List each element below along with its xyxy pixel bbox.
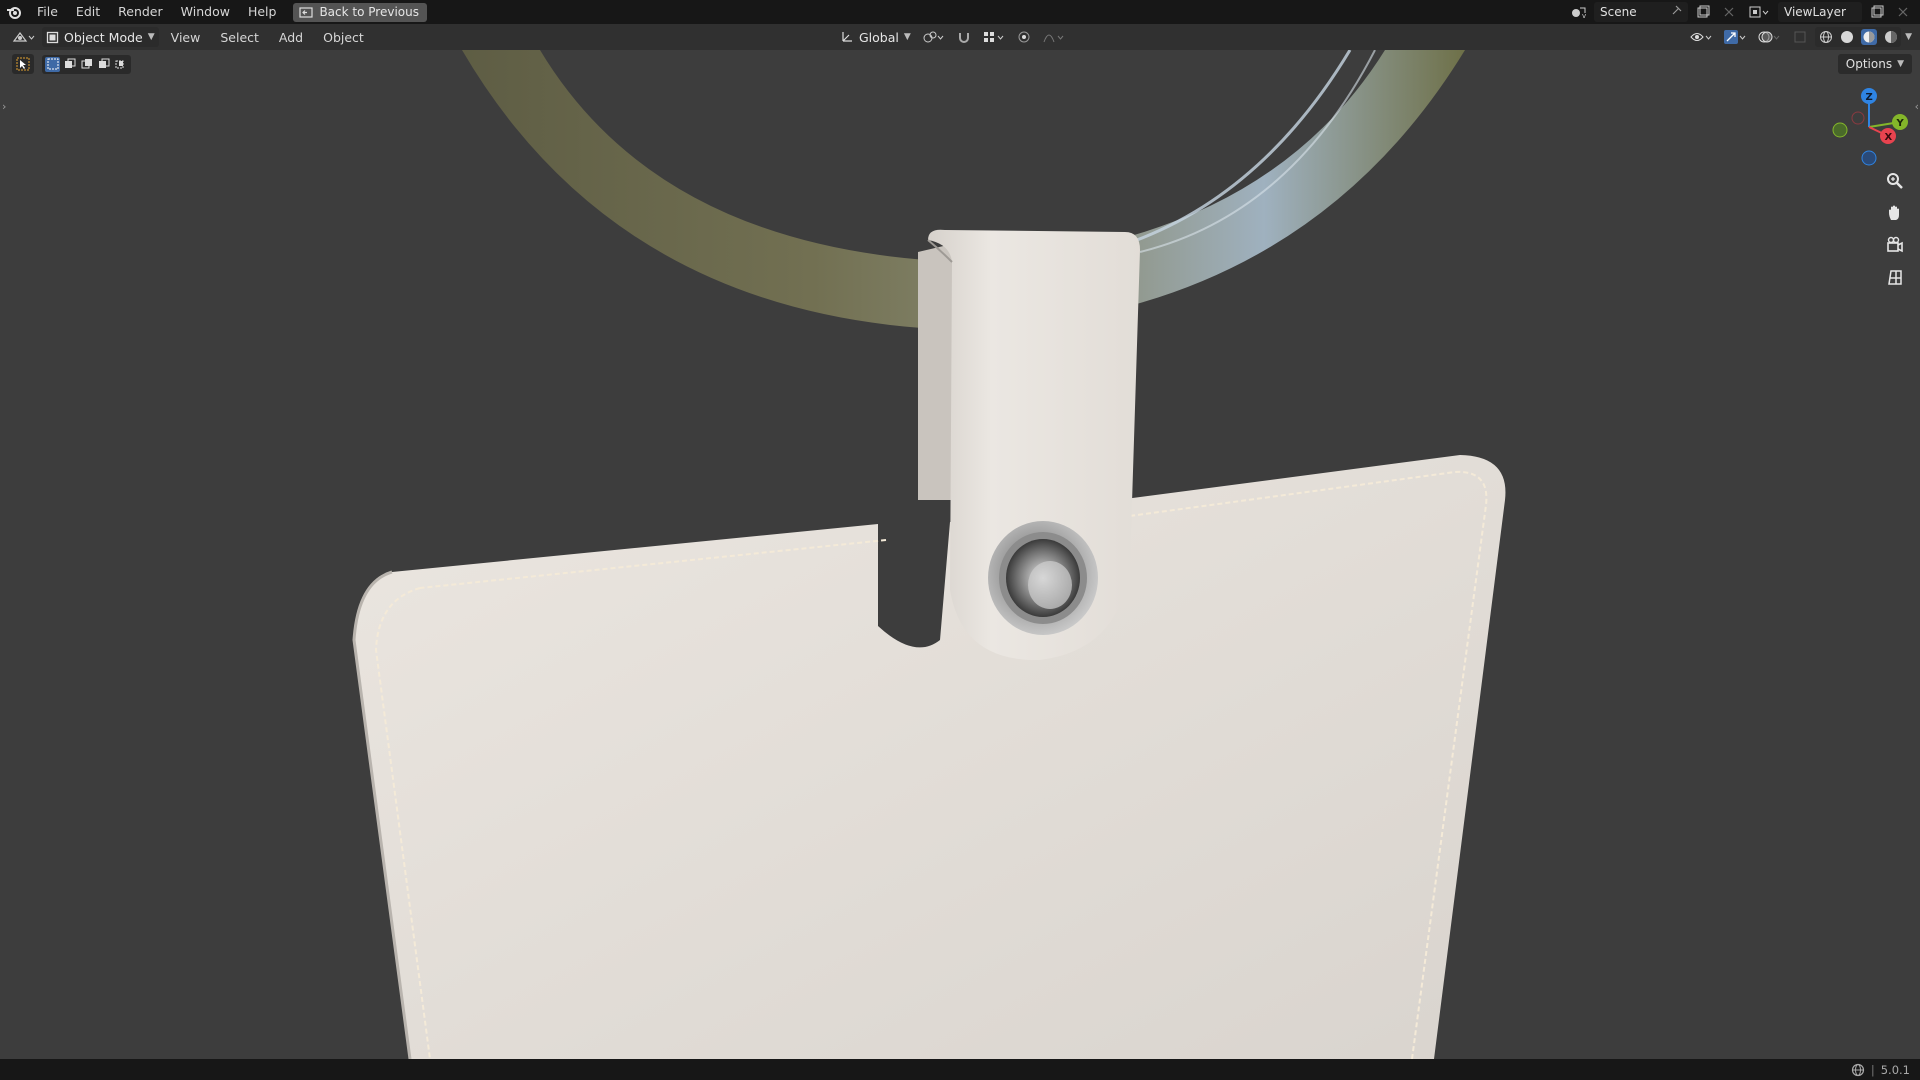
header-menu-select[interactable]: Select [212, 30, 267, 45]
chevron-down-icon: ▼ [147, 32, 155, 42]
pin-icon[interactable] [1670, 5, 1682, 20]
wireframe-shading-icon[interactable] [1819, 30, 1833, 44]
menu-render[interactable]: Render [109, 0, 172, 24]
3d-viewport[interactable]: › ‹ [0, 50, 1920, 1059]
leather-loop-back [918, 244, 952, 500]
select-subtract-icon[interactable] [79, 57, 94, 72]
navigation-gizmo[interactable]: Z Y X [1826, 84, 1912, 170]
status-bar: | 5.0.1 [0, 1059, 1920, 1080]
gizmo-x-label: X [1885, 132, 1893, 143]
status-divider: | [1870, 1062, 1875, 1077]
proportional-editing-icon[interactable] [1013, 27, 1035, 47]
back-to-previous-button[interactable]: Back to Previous [293, 2, 427, 22]
svg-text:v: v [1582, 12, 1586, 19]
toolbar-expand-arrow-icon[interactable]: › [2, 100, 6, 113]
grid-icon[interactable] [1882, 264, 1908, 290]
shading-options-chevron-icon[interactable]: ▼ [1905, 32, 1912, 42]
version-label: 5.0.1 [1880, 1062, 1910, 1077]
options-dropdown[interactable]: Options ▼ [1837, 54, 1912, 74]
sidebar-expand-arrow-icon[interactable]: ‹ [1915, 100, 1919, 113]
view-layer-selector-icon[interactable] [1744, 2, 1774, 22]
visibility-selector-icon[interactable] [1687, 27, 1717, 47]
select-intersect-icon[interactable] [113, 57, 128, 72]
object-mode-icon [46, 31, 59, 43]
xray-toggle-icon[interactable] [1789, 27, 1811, 47]
gizmo-z-label: Z [1866, 92, 1873, 103]
transform-orientation-dropdown[interactable]: Global ▼ [836, 27, 915, 47]
selection-mode-group [42, 54, 131, 74]
menu-window[interactable]: Window [172, 0, 239, 24]
back-button-label: Back to Previous [319, 5, 419, 19]
snap-target-icon[interactable] [979, 27, 1009, 47]
tool-settings-row [12, 54, 131, 74]
gizmo-toggle-icon[interactable] [1721, 27, 1751, 47]
pivot-point-icon[interactable] [919, 27, 949, 47]
object-mode-label: Object Mode [64, 29, 143, 45]
camera-icon[interactable] [1882, 232, 1908, 258]
new-view-layer-icon[interactable] [1866, 2, 1888, 22]
scene-name-field[interactable]: Scene [1594, 2, 1688, 22]
delete-scene-icon[interactable] [1718, 2, 1740, 22]
gizmo-y-label: Y [1896, 118, 1905, 129]
menu-file[interactable]: File [28, 0, 67, 24]
transform-orientation-label: Global [859, 29, 899, 45]
delete-view-layer-icon[interactable] [1892, 2, 1914, 22]
zoom-icon[interactable] [1882, 168, 1908, 194]
falloff-icon[interactable] [1039, 27, 1069, 47]
object-mode-dropdown[interactable]: Object Mode ▼ [42, 27, 159, 47]
select-invert-icon[interactable] [96, 57, 111, 72]
chevron-down-icon: ▼ [903, 32, 911, 42]
back-screen-icon [299, 6, 314, 18]
editor-type-icon[interactable] [10, 27, 38, 47]
top-bar: File Edit Render Window Help Back to Pre… [0, 0, 1920, 24]
viewport-header: Object Mode ▼ View Select Add Object Glo… [0, 24, 1920, 50]
hand-pan-icon[interactable] [1882, 200, 1908, 226]
leather-tag [354, 455, 1506, 1059]
menu-help[interactable]: Help [239, 0, 286, 24]
shading-mode-group [1815, 27, 1902, 47]
select-extend-icon[interactable] [62, 57, 77, 72]
new-scene-icon[interactable] [1692, 2, 1714, 22]
material-preview-shading-icon[interactable] [1860, 29, 1877, 45]
scene-name: Scene [1600, 5, 1637, 19]
snap-toggle-icon[interactable] [953, 27, 975, 47]
select-new-icon[interactable] [45, 56, 60, 72]
view-layer-name: ViewLayer [1784, 5, 1846, 19]
select-tool-icon[interactable] [12, 54, 34, 74]
overlays-toggle-icon[interactable] [1755, 27, 1785, 47]
view-layer-field[interactable]: ViewLayer [1778, 2, 1862, 22]
globe-icon [1851, 1063, 1864, 1076]
header-menu-view[interactable]: View [163, 30, 209, 45]
orientation-axes-icon [842, 32, 852, 42]
rendered-shading-icon[interactable] [1884, 30, 1898, 44]
blender-logo-icon[interactable] [0, 0, 28, 24]
navigation-buttons [1882, 168, 1908, 290]
solid-shading-icon[interactable] [1840, 30, 1854, 44]
header-menu-add[interactable]: Add [271, 30, 311, 45]
header-menu-object[interactable]: Object [315, 30, 372, 45]
menu-edit[interactable]: Edit [67, 0, 109, 24]
scene-selector-icon[interactable]: v [1568, 2, 1590, 22]
viewport-scene-render [352, 50, 1506, 1059]
options-label: Options [1845, 57, 1893, 71]
chevron-down-icon: ▼ [1897, 59, 1904, 69]
